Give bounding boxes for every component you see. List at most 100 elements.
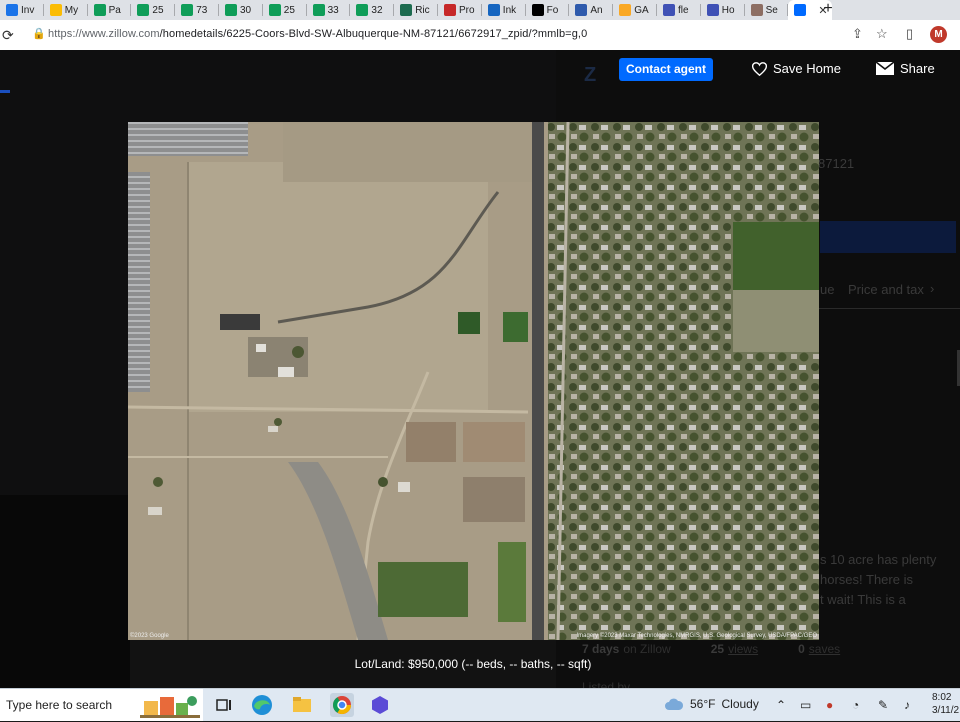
browser-tab[interactable]: 73 xyxy=(175,0,219,20)
description-line-1: s 10 acre has plenty xyxy=(820,552,937,567)
photo-caption: Lot/Land: $950,000 (-- beds, -- baths, -… xyxy=(354,657,592,671)
app-icon xyxy=(575,4,588,16)
weather-widget[interactable]: 56°F Cloudy xyxy=(664,697,759,711)
file-explorer-icon[interactable] xyxy=(290,693,314,717)
browser-tab[interactable]: Fo xyxy=(526,0,570,20)
flag-icon xyxy=(444,4,456,16)
bookmark-star-icon[interactable]: ☆ xyxy=(876,26,888,42)
stat-views-label[interactable]: views xyxy=(728,642,758,656)
v-logo-icon xyxy=(400,4,413,16)
tab-label: An xyxy=(590,4,603,16)
tab-label: Pa xyxy=(108,4,121,16)
tab-label: Ric xyxy=(415,4,430,16)
chevron-right-icon: › xyxy=(930,281,935,296)
satellite-image[interactable]: ©2023 Google Imagery ©2023 Maxar Technol… xyxy=(128,122,819,640)
browser-tab[interactable]: Inv xyxy=(0,0,44,20)
taskbar-search-box[interactable]: Type here to search xyxy=(0,689,203,721)
profile-avatar[interactable]: M xyxy=(930,26,947,43)
share-page-icon[interactable]: ⇪ xyxy=(852,26,863,42)
stat-saves-label[interactable]: saves xyxy=(809,642,840,656)
ga-icon xyxy=(619,4,632,16)
network-icon[interactable]: ▭ xyxy=(800,698,811,712)
side-panel-icon[interactable]: ▯ xyxy=(906,26,913,42)
stat-days-value: 7 days xyxy=(582,642,620,656)
browser-tab[interactable]: Ink xyxy=(482,0,526,20)
listed-by: Listed by xyxy=(582,680,631,688)
browser-tab[interactable]: My xyxy=(44,0,88,20)
tab-label: 25 xyxy=(152,4,164,16)
envelope-icon xyxy=(876,62,894,75)
browser-tab[interactable]: 25 xyxy=(263,0,307,20)
url-path: /homedetails/6225-Coors-Blvd-SW-Albuquer… xyxy=(159,28,588,40)
ink-logo-icon xyxy=(487,4,500,16)
clock-date: 3/11/2 xyxy=(932,705,960,716)
volume-icon[interactable]: ♪ xyxy=(904,698,910,712)
lock-icon[interactable]: 🔒 xyxy=(32,27,46,40)
google-sheets-icon xyxy=(93,4,106,16)
google-sheets-icon xyxy=(137,4,150,16)
description-line-3: t wait! This is a xyxy=(820,592,906,607)
zillow-page: Z 87121 ue Price and tax › s 10 acre has… xyxy=(0,50,960,688)
google-sheets-icon xyxy=(225,4,237,16)
browser-tab[interactable]: 30 xyxy=(219,0,263,20)
browser-tab[interactable]: Pro xyxy=(438,0,482,20)
system-clock[interactable]: 8:02 3/11/2 xyxy=(932,691,959,717)
edge-icon[interactable] xyxy=(250,693,274,717)
browser-tab[interactable]: 25 xyxy=(131,0,176,20)
browser-tab-strip: Inv My Pa 25 73 30 25 33 32 Ric Pro Ink Fo An GA fle Ho S… xyxy=(0,0,960,20)
browser-tab[interactable]: Ho xyxy=(701,0,745,20)
tab-price-tax: Price and tax xyxy=(848,282,924,297)
description-line-2: horses! There is xyxy=(820,572,913,587)
save-home-label: Save Home xyxy=(773,61,841,76)
tab-label: fle xyxy=(678,4,689,16)
save-home-button[interactable]: Save Home xyxy=(752,61,841,76)
stat-saves-value: 0 xyxy=(798,642,805,656)
weather-desc: Cloudy xyxy=(721,697,759,711)
contact-agent-button[interactable]: Contact agent xyxy=(619,58,713,81)
tab-label: Pro xyxy=(459,4,475,16)
browser-tab[interactable]: Ric xyxy=(394,0,438,20)
clock-time: 8:02 xyxy=(932,692,952,703)
browser-tab[interactable]: GA xyxy=(613,0,657,20)
tab-label: 33 xyxy=(327,4,339,16)
browser-tab[interactable]: An xyxy=(569,0,614,20)
map-credit-left: ©2023 Google xyxy=(130,633,169,639)
listing-stats: 7 days on Zillow 25 views 0 saves xyxy=(582,642,880,656)
google-sheets-icon xyxy=(312,4,325,16)
compass-icon xyxy=(706,4,719,16)
tab-label: Se xyxy=(765,4,778,16)
chrome-icon[interactable] xyxy=(330,693,354,717)
windows-taskbar: Type here to search 56°F Cloudy ⌃ ▭ ● ◔ … xyxy=(0,688,960,721)
heart-icon xyxy=(752,61,767,76)
browser-tab[interactable]: Se xyxy=(745,0,789,20)
compass-icon xyxy=(663,4,675,16)
browser-tab[interactable]: 32 xyxy=(350,0,395,20)
url-host: https://www.zillow.com xyxy=(48,28,160,40)
new-tab-button[interactable]: + xyxy=(818,0,838,20)
tab-label: 32 xyxy=(371,4,383,16)
search-highlight-illustration-icon xyxy=(140,696,200,718)
google-sheets-icon xyxy=(181,4,194,16)
browser-tab[interactable]: fle xyxy=(657,0,701,20)
reload-icon[interactable]: ⟳ xyxy=(2,27,14,44)
url-field[interactable]: https://www.zillow.com/homedetails/6225-… xyxy=(48,28,587,40)
zillow-icon xyxy=(794,4,807,16)
zillow-logo-ghost: Z xyxy=(584,64,597,86)
browser-tab[interactable]: Pa xyxy=(88,0,132,20)
tab-label: GA xyxy=(634,4,649,16)
chevron-up-icon[interactable]: ⌃ xyxy=(776,698,786,712)
browser-tab[interactable]: 33 xyxy=(307,0,351,20)
pen-icon[interactable]: ✎ xyxy=(878,698,888,712)
tab-label: Inv xyxy=(21,4,35,16)
google-sheets-icon xyxy=(268,4,281,16)
app-hexagon-icon[interactable] xyxy=(368,693,392,717)
app-tray-icon[interactable]: ● xyxy=(826,698,833,712)
wifi-icon[interactable]: ◔ xyxy=(852,698,859,712)
share-button[interactable]: Share xyxy=(876,61,935,76)
zip-fragment: 87121 xyxy=(818,156,855,171)
task-view-icon[interactable] xyxy=(212,693,236,717)
progress-accent xyxy=(0,90,10,93)
share-label: Share xyxy=(900,61,935,76)
google-drive-icon xyxy=(49,4,62,16)
tab-label: Ink xyxy=(502,4,517,16)
